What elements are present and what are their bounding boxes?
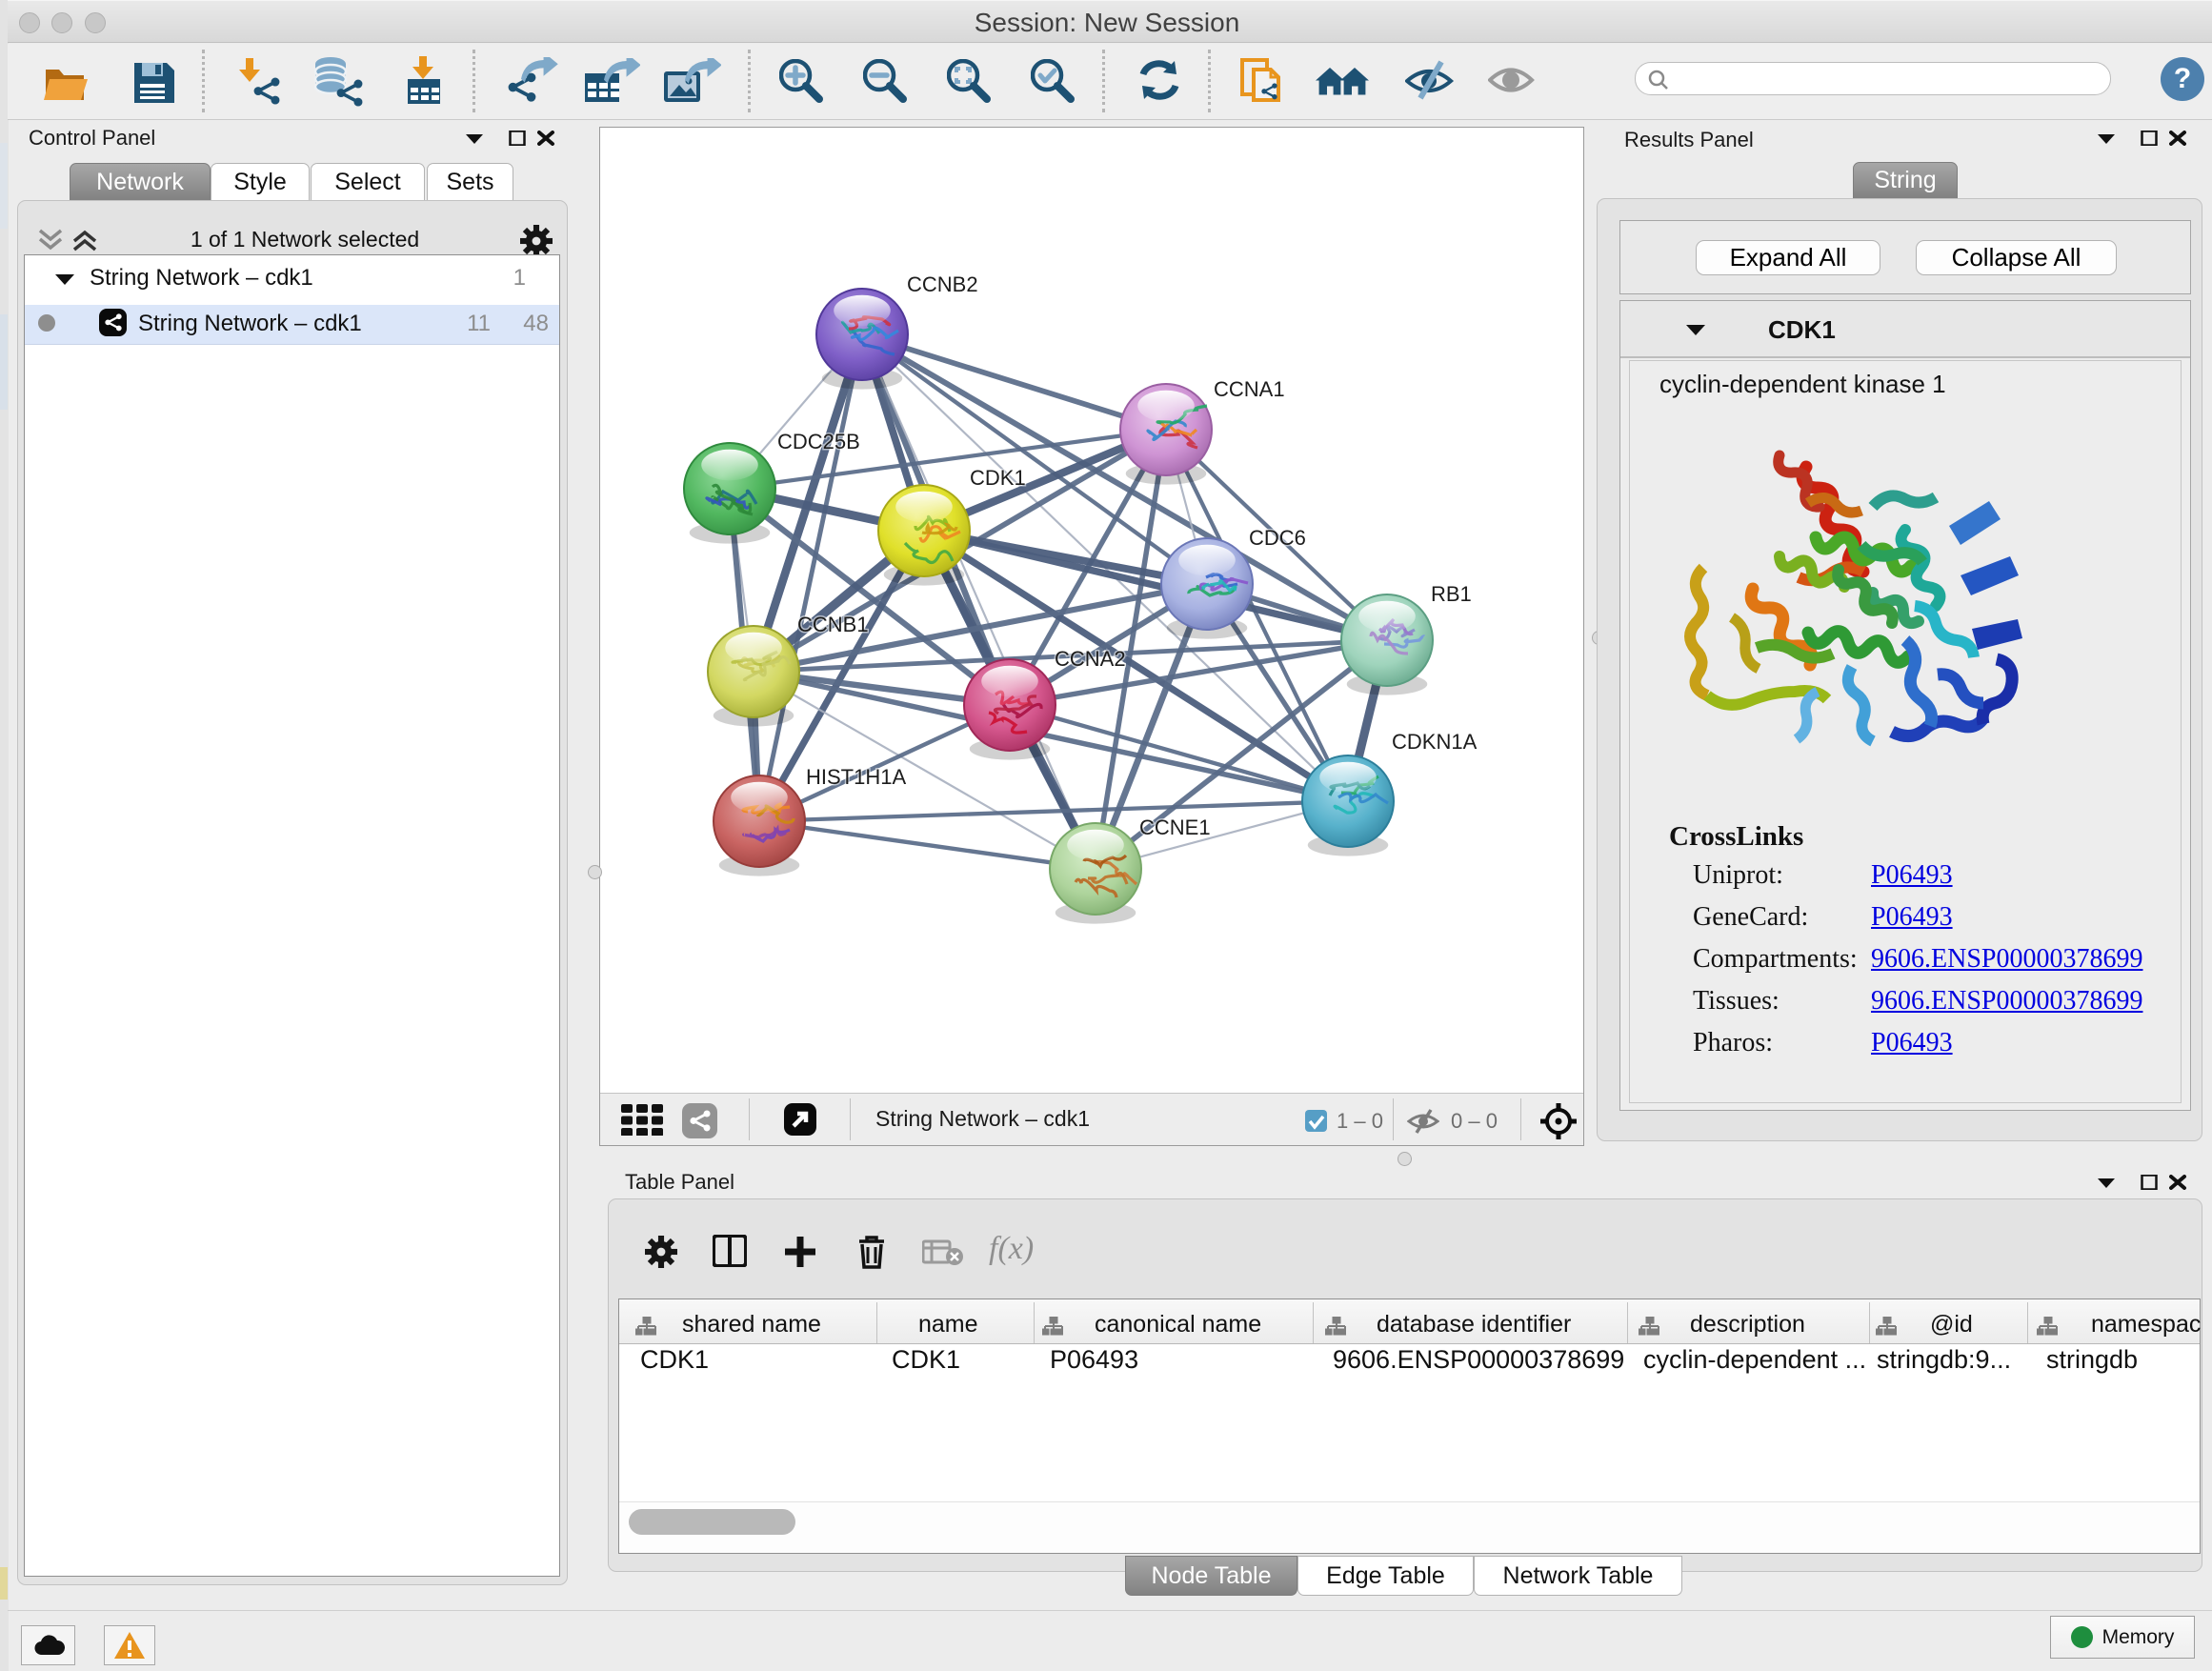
svg-text:CCNE1: CCNE1 xyxy=(1139,815,1211,839)
svg-text:CCNB2: CCNB2 xyxy=(907,272,978,296)
svg-text:?: ? xyxy=(2174,63,2191,94)
svg-text:CDC25B: CDC25B xyxy=(777,430,860,453)
svg-text:CCNA1: CCNA1 xyxy=(1214,377,1285,401)
svg-text:CCNB1: CCNB1 xyxy=(797,613,869,636)
svg-text:RB1: RB1 xyxy=(1431,582,1472,606)
svg-text:HIST1H1A: HIST1H1A xyxy=(806,765,906,789)
svg-text:CDK1: CDK1 xyxy=(970,466,1026,490)
svg-text:CCNA2: CCNA2 xyxy=(1055,647,1126,671)
svg-text:CDKN1A: CDKN1A xyxy=(1392,730,1478,754)
svg-text:CDC6: CDC6 xyxy=(1249,526,1306,550)
